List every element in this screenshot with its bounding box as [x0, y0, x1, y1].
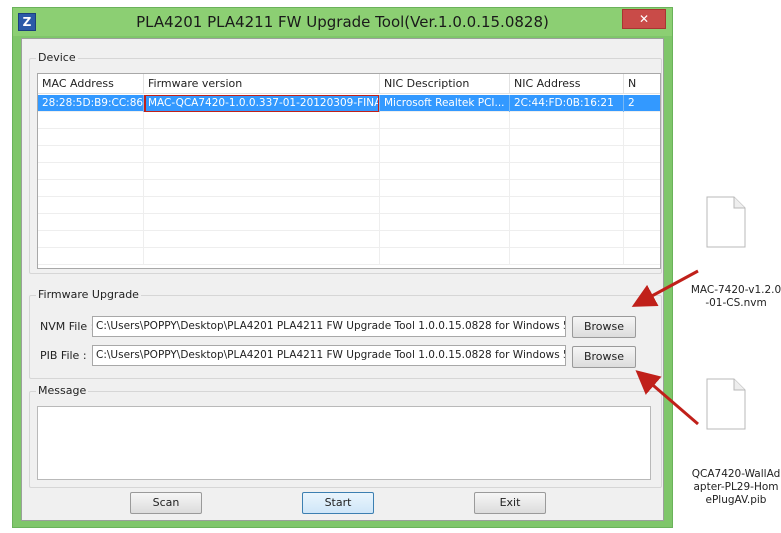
arrow-pib — [635, 370, 699, 426]
pib-file-name: QCA7420-WallAd apter-PL29-Hom ePlugAV.pi… — [691, 468, 781, 506]
nvm-file-name: MAC-7420-v1.2.0 -01-CS.nvm — [690, 284, 781, 309]
annotation-arrows — [631, 269, 699, 426]
document-icon — [706, 196, 746, 248]
document-icon — [706, 378, 746, 430]
